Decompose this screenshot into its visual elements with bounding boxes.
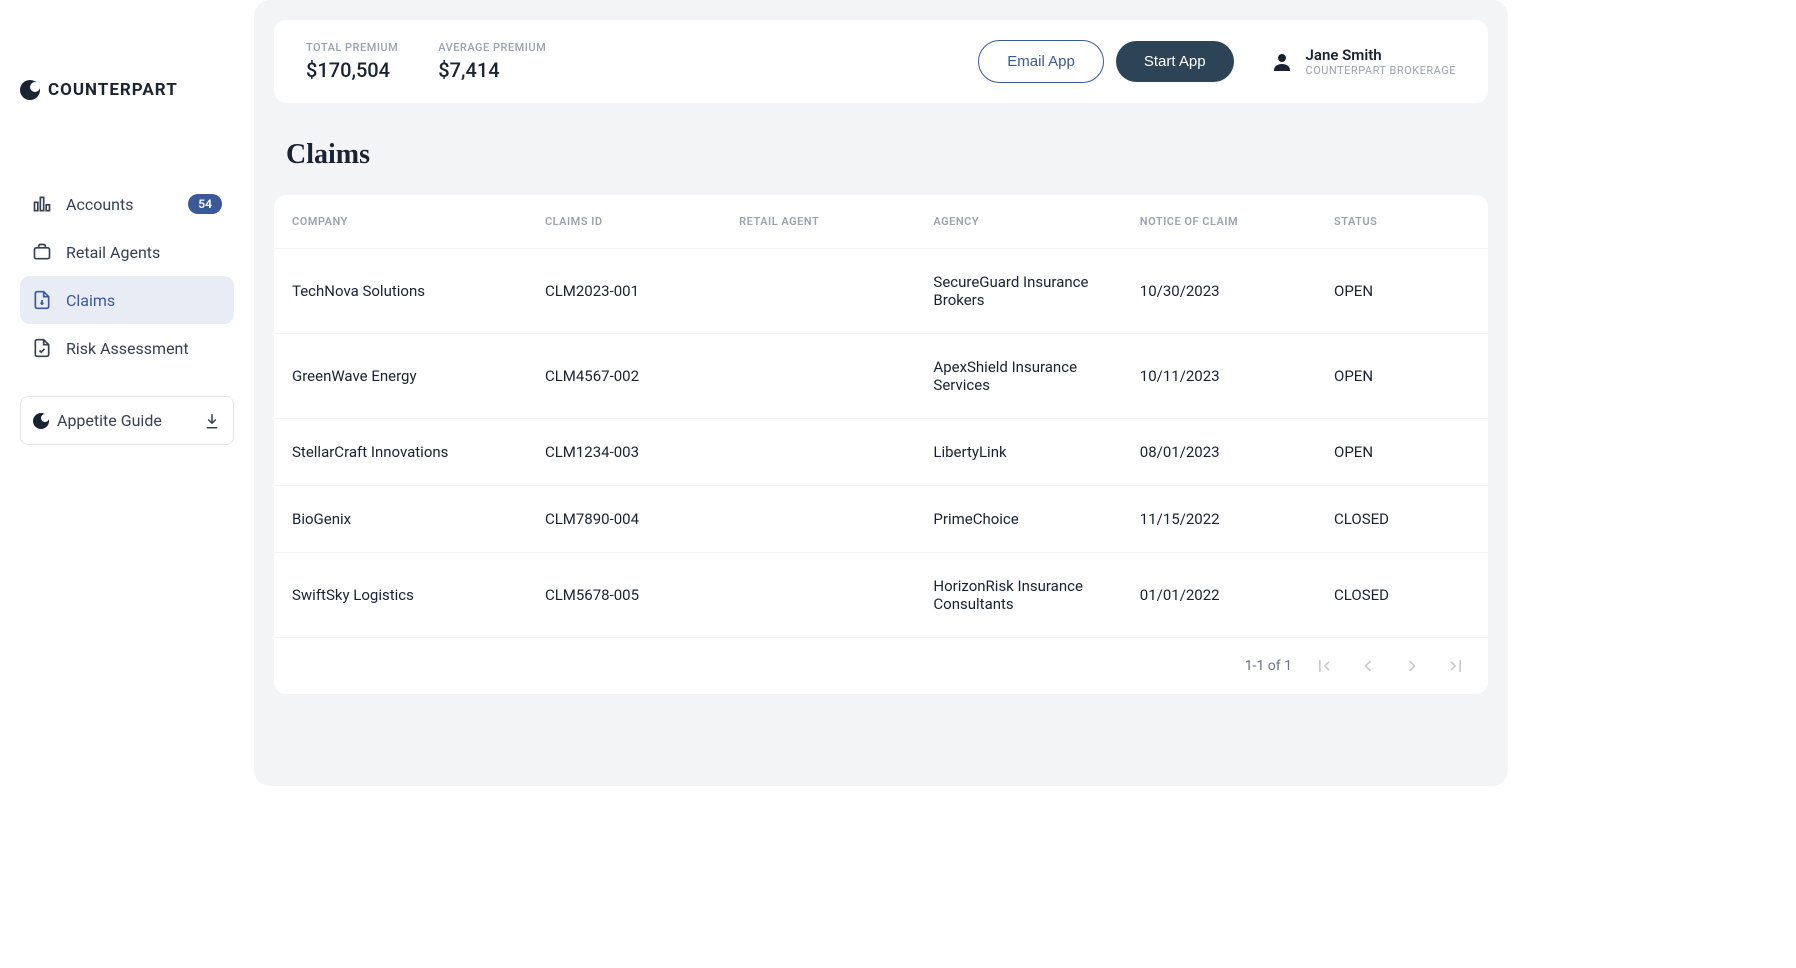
cell-company: BioGenix <box>274 486 529 553</box>
cell-notice: 08/01/2023 <box>1124 419 1318 486</box>
table-row[interactable]: SwiftSky LogisticsCLM5678-005 HorizonRisk… <box>274 553 1488 638</box>
total-premium-block: TOTAL PREMIUM $170,504 <box>306 41 398 82</box>
cell-status: OPEN <box>1318 419 1488 486</box>
appetite-guide-button[interactable]: Appetite Guide <box>20 396 234 445</box>
total-premium-value: $170,504 <box>306 58 398 82</box>
first-page-button[interactable] <box>1312 654 1336 678</box>
table-row[interactable]: TechNova SolutionsCLM2023-001 SecureGuard… <box>274 249 1488 334</box>
email-app-button[interactable]: Email App <box>978 40 1104 83</box>
cell-agency: PrimeChoice <box>917 486 1123 553</box>
file-check-icon <box>32 338 52 358</box>
cell-company: GreenWave Energy <box>274 334 529 419</box>
user-info: Jane Smith COUNTERPART BROKERAGE <box>1306 46 1456 77</box>
cell-claims_id: CLM4567-002 <box>529 334 723 419</box>
sidebar-item-label: Accounts <box>66 195 133 214</box>
sidebar-item-label: Risk Assessment <box>66 339 189 358</box>
file-dollar-icon <box>32 290 52 310</box>
sidebar-item-retail-agents[interactable]: Retail Agents <box>20 228 234 276</box>
cell-agency: HorizonRisk Insurance Consultants <box>917 553 1123 638</box>
cell-agency: ApexShield Insurance Services <box>917 334 1123 419</box>
claims-table-card: COMPANY CLAIMS ID RETAIL AGENT AGENCY NO… <box>274 195 1488 694</box>
user-name: Jane Smith <box>1306 46 1456 64</box>
cell-agency: LibertyLink <box>917 419 1123 486</box>
cell-notice: 10/11/2023 <box>1124 334 1318 419</box>
avg-premium-block: AVERAGE PREMIUM $7,414 <box>438 41 546 82</box>
col-notice[interactable]: NOTICE OF CLAIM <box>1124 195 1318 249</box>
col-company[interactable]: COMPANY <box>274 195 529 249</box>
cell-company: StellarCraft Innovations <box>274 419 529 486</box>
user-org: COUNTERPART BROKERAGE <box>1306 64 1456 77</box>
cell-claims_id: CLM7890-004 <box>529 486 723 553</box>
accounts-badge: 54 <box>188 194 222 214</box>
table-row[interactable]: StellarCraft InnovationsCLM1234-003 Liber… <box>274 419 1488 486</box>
col-status[interactable]: STATUS <box>1318 195 1488 249</box>
logo-mark-small-icon <box>33 413 49 429</box>
table-row[interactable]: GreenWave EnergyCLM4567-002 ApexShield In… <box>274 334 1488 419</box>
briefcase-icon <box>32 242 52 262</box>
total-premium-label: TOTAL PREMIUM <box>306 41 398 54</box>
cell-status: OPEN <box>1318 249 1488 334</box>
user-block[interactable]: Jane Smith COUNTERPART BROKERAGE <box>1270 46 1456 77</box>
prev-page-button[interactable] <box>1356 654 1380 678</box>
sidebar-item-claims[interactable]: Claims <box>20 276 234 324</box>
start-app-button[interactable]: Start App <box>1116 41 1234 82</box>
download-icon <box>203 412 221 430</box>
cell-status: OPEN <box>1318 334 1488 419</box>
sidebar: COUNTERPART Accounts 54 Retail Agents <box>0 0 254 786</box>
cell-claims_id: CLM5678-005 <box>529 553 723 638</box>
brand-name: COUNTERPART <box>48 80 178 100</box>
col-agency[interactable]: AGENCY <box>917 195 1123 249</box>
app-root: COUNTERPART Accounts 54 Retail Agents <box>0 0 1508 786</box>
claims-table: COMPANY CLAIMS ID RETAIL AGENT AGENCY NO… <box>274 195 1488 637</box>
cell-status: CLOSED <box>1318 553 1488 638</box>
cell-notice: 11/15/2022 <box>1124 486 1318 553</box>
cell-notice: 01/01/2022 <box>1124 553 1318 638</box>
cell-company: TechNova Solutions <box>274 249 529 334</box>
bar-chart-icon <box>32 194 52 214</box>
header-card: TOTAL PREMIUM $170,504 AVERAGE PREMIUM $… <box>274 20 1488 103</box>
cell-company: SwiftSky Logistics <box>274 553 529 638</box>
col-retail-agent[interactable]: RETAIL AGENT <box>723 195 917 249</box>
cell-retail_agent <box>723 486 917 553</box>
col-claims-id[interactable]: CLAIMS ID <box>529 195 723 249</box>
table-row[interactable]: BioGenixCLM7890-004 PrimeChoice11/15/2022… <box>274 486 1488 553</box>
pagination-range: 1-1 of 1 <box>1245 658 1292 674</box>
user-icon <box>1270 50 1294 74</box>
cell-retail_agent <box>723 419 917 486</box>
avg-premium-label: AVERAGE PREMIUM <box>438 41 546 54</box>
page-title: Claims <box>286 139 1476 171</box>
cell-retail_agent <box>723 334 917 419</box>
last-page-button[interactable] <box>1444 654 1468 678</box>
next-page-button[interactable] <box>1400 654 1424 678</box>
cell-claims_id: CLM1234-003 <box>529 419 723 486</box>
logo-mark-icon <box>20 80 40 100</box>
pagination: 1-1 of 1 <box>274 637 1488 694</box>
cell-retail_agent <box>723 249 917 334</box>
cell-retail_agent <box>723 553 917 638</box>
cell-status: CLOSED <box>1318 486 1488 553</box>
brand-logo: COUNTERPART <box>20 80 234 100</box>
sidebar-item-risk-assessment[interactable]: Risk Assessment <box>20 324 234 372</box>
cell-notice: 10/30/2023 <box>1124 249 1318 334</box>
main-content: TOTAL PREMIUM $170,504 AVERAGE PREMIUM $… <box>254 0 1508 786</box>
cell-agency: SecureGuard Insurance Brokers <box>917 249 1123 334</box>
appetite-label: Appetite Guide <box>57 411 162 430</box>
header-actions: Email App Start App Jane Smith COUNTERPA… <box>978 40 1456 83</box>
table-header-row: COMPANY CLAIMS ID RETAIL AGENT AGENCY NO… <box>274 195 1488 249</box>
avg-premium-value: $7,414 <box>438 58 546 82</box>
sidebar-item-accounts[interactable]: Accounts 54 <box>20 180 234 228</box>
nav-list: Accounts 54 Retail Agents Claims Risk A <box>20 180 234 372</box>
sidebar-item-label: Claims <box>66 291 115 310</box>
cell-claims_id: CLM2023-001 <box>529 249 723 334</box>
sidebar-item-label: Retail Agents <box>66 243 160 262</box>
